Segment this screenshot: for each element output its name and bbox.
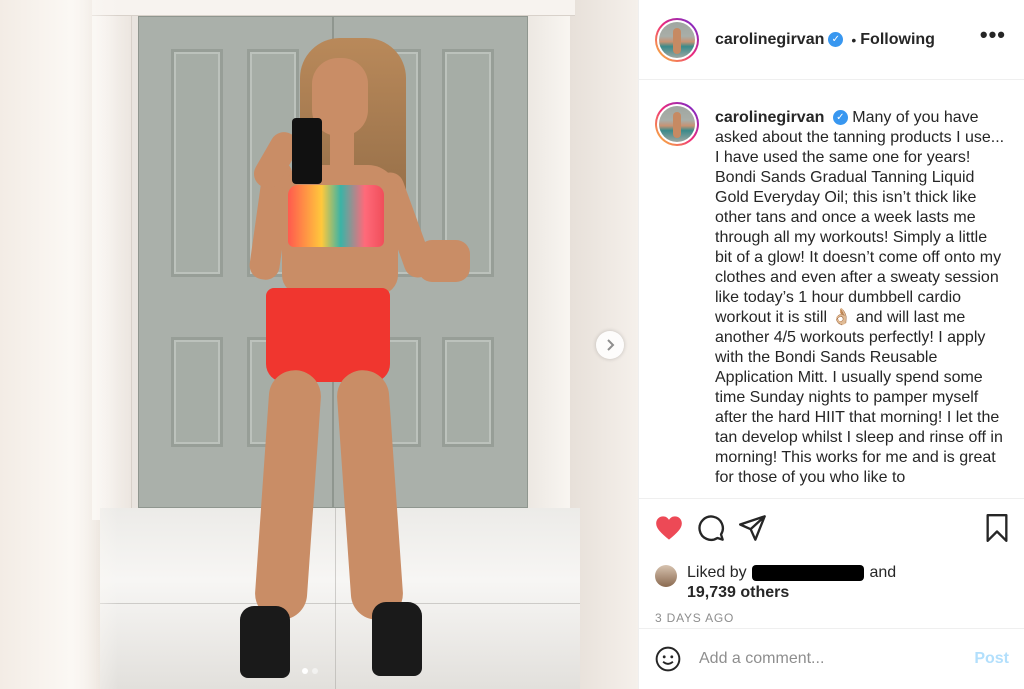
liker-avatar[interactable] [655, 565, 677, 587]
chevron-right-icon [607, 339, 615, 351]
caption-body: Many of you have asked about the tanning… [715, 109, 1005, 486]
heart-icon[interactable] [655, 515, 683, 541]
comment-icon[interactable] [697, 514, 725, 542]
carousel-dot-2 [312, 668, 318, 674]
post-timestamp[interactable]: 3 DAYS AGO [655, 611, 1009, 625]
phone [292, 118, 322, 184]
post-actions: Liked by and 19,739 others 3 DAYS AGO [639, 498, 1024, 625]
caption-username[interactable]: carolinegirvan [715, 109, 824, 126]
liked-by-and: and [869, 564, 897, 581]
verified-badge-icon: ✓ [828, 32, 844, 47]
carousel-next-button[interactable] [596, 331, 624, 359]
emoji-icon[interactable] [655, 646, 681, 672]
comment-input[interactable] [699, 650, 975, 668]
shoe-left [240, 606, 290, 678]
carousel-dot-1 [302, 668, 308, 674]
carousel-indicator [302, 668, 318, 674]
post-side-panel: carolinegirvan ✓ • Following ••• carolin… [638, 0, 1024, 689]
sports-bra [288, 185, 384, 247]
verified-badge-icon: ✓ [832, 110, 848, 126]
person-figure [0, 0, 638, 689]
post-comment-button[interactable]: Post [974, 650, 1009, 668]
liked-by-prefix: Liked by [687, 564, 747, 581]
redacted-username [752, 564, 865, 581]
red-shorts [266, 288, 390, 382]
caption: carolinegirvan ✓ Many of you have asked … [715, 102, 1008, 498]
follow-separator: • [851, 31, 857, 48]
action-icons-row [655, 511, 1009, 545]
author-avatar[interactable] [655, 17, 699, 62]
likes-summary: Liked by and 19,739 others [655, 563, 1009, 603]
bookmark-icon[interactable] [985, 514, 1009, 542]
caption-author-avatar[interactable] [655, 102, 699, 146]
share-icon[interactable] [739, 515, 767, 541]
comment-bar: Post [639, 628, 1024, 689]
likes-count-link[interactable]: 19,739 others [687, 584, 789, 601]
post-header: carolinegirvan ✓ • Following ••• [639, 0, 1024, 80]
caption-scroll-area[interactable]: carolinegirvan ✓ Many of you have asked … [639, 80, 1024, 498]
post-photo[interactable] [0, 0, 638, 689]
following-button[interactable]: Following [860, 31, 935, 49]
author-username[interactable]: carolinegirvan [715, 31, 824, 49]
more-options-icon[interactable]: ••• [980, 24, 1006, 46]
shoe-right [372, 602, 422, 676]
